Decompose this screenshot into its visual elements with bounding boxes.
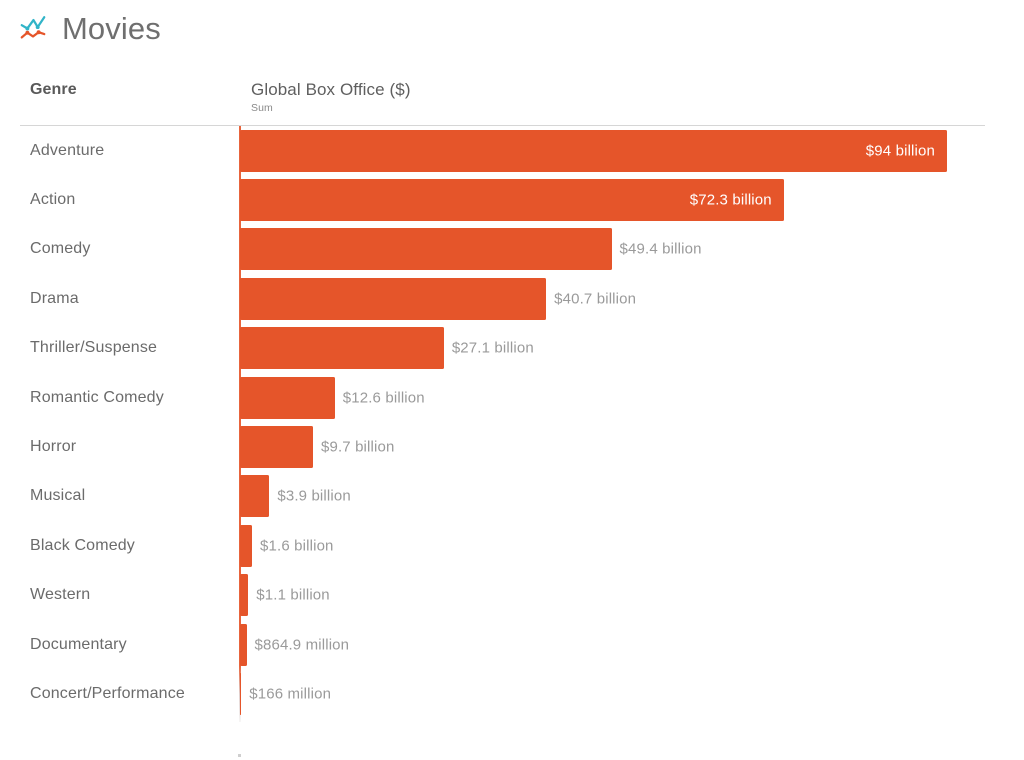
bar-value-label: $1.1 billion xyxy=(256,586,330,604)
bar[interactable] xyxy=(240,574,249,617)
bar-value-label: $864.9 million xyxy=(254,636,350,654)
category-label: Concert/Performance xyxy=(30,685,185,703)
chart-row[interactable]: Thriller/Suspense $27.1 billion xyxy=(0,324,1024,373)
axis-end-tick xyxy=(238,754,241,757)
category-label: Musical xyxy=(30,487,86,505)
line-chart-icon xyxy=(20,16,46,39)
category-label: Black Comedy xyxy=(30,536,135,554)
category-label: Horror xyxy=(30,438,77,456)
bar[interactable] xyxy=(240,475,270,518)
chart-row[interactable]: Western $1.1 billion xyxy=(0,571,1024,620)
bar-value-label: $40.7 billion xyxy=(554,290,637,308)
bar[interactable] xyxy=(240,228,612,271)
bar[interactable] xyxy=(240,327,444,370)
chart-row[interactable]: Action $72.3 billion xyxy=(0,175,1024,224)
bar-value-label: $94 billion xyxy=(865,142,935,160)
bar[interactable] xyxy=(240,426,313,469)
chart-row[interactable]: Horror $9.7 billion xyxy=(0,422,1024,471)
chart-row[interactable]: Drama $40.7 billion xyxy=(0,274,1024,323)
category-label: Action xyxy=(30,191,76,209)
bar[interactable] xyxy=(240,673,242,716)
category-label: Comedy xyxy=(30,240,91,258)
category-label: Western xyxy=(30,586,91,604)
bar-value-label: $27.1 billion xyxy=(451,339,534,357)
bar[interactable] xyxy=(240,524,253,567)
column-header-genre: Genre xyxy=(30,81,77,98)
bar-value-label: $3.9 billion xyxy=(277,487,351,505)
category-label: Thriller/Suspense xyxy=(30,339,158,357)
bar-value-label: $9.7 billion xyxy=(320,438,395,456)
category-label: Drama xyxy=(30,289,79,307)
bar-value-label: $1.6 billion xyxy=(260,537,334,555)
bar[interactable] xyxy=(240,277,547,320)
chart-row[interactable]: Romantic Comedy $12.6 billion xyxy=(0,373,1024,422)
category-label: Documentary xyxy=(30,635,127,653)
bar-value-label: $166 million xyxy=(249,685,332,703)
movies-bar-chart-page: Movies Genre Global Box Office ($) Sum A… xyxy=(0,0,1024,760)
page-title: Movies xyxy=(62,10,161,46)
bar[interactable] xyxy=(240,376,335,419)
column-header-measure-aggregation: Sum xyxy=(251,101,273,114)
category-label: Romantic Comedy xyxy=(30,388,164,406)
page-header: Movies xyxy=(18,6,161,50)
bar-value-label: $49.4 billion xyxy=(619,240,702,258)
chart-row[interactable]: Black Comedy $1.6 billion xyxy=(0,521,1024,570)
bar-value-label: $12.6 billion xyxy=(342,389,425,407)
bar-value-label: $72.3 billion xyxy=(689,191,772,209)
chart-row[interactable]: Comedy $49.4 billion xyxy=(0,225,1024,274)
chart-row[interactable]: Adventure $94 billion xyxy=(0,126,1024,175)
chart-row[interactable]: Documentary $864.9 million xyxy=(0,620,1024,669)
chart-row[interactable]: Concert/Performance $166 million xyxy=(0,669,1024,718)
category-label: Adventure xyxy=(30,141,105,159)
chart-plot-area: Adventure $94 billion Action $72.3 billion C… xyxy=(0,126,1024,757)
bar[interactable] xyxy=(240,623,247,666)
column-header-measure-title: Global Box Office ($) xyxy=(251,80,411,99)
column-header-measure: Global Box Office ($) Sum xyxy=(251,80,411,114)
chart-row[interactable]: Musical $3.9 billion xyxy=(0,472,1024,521)
